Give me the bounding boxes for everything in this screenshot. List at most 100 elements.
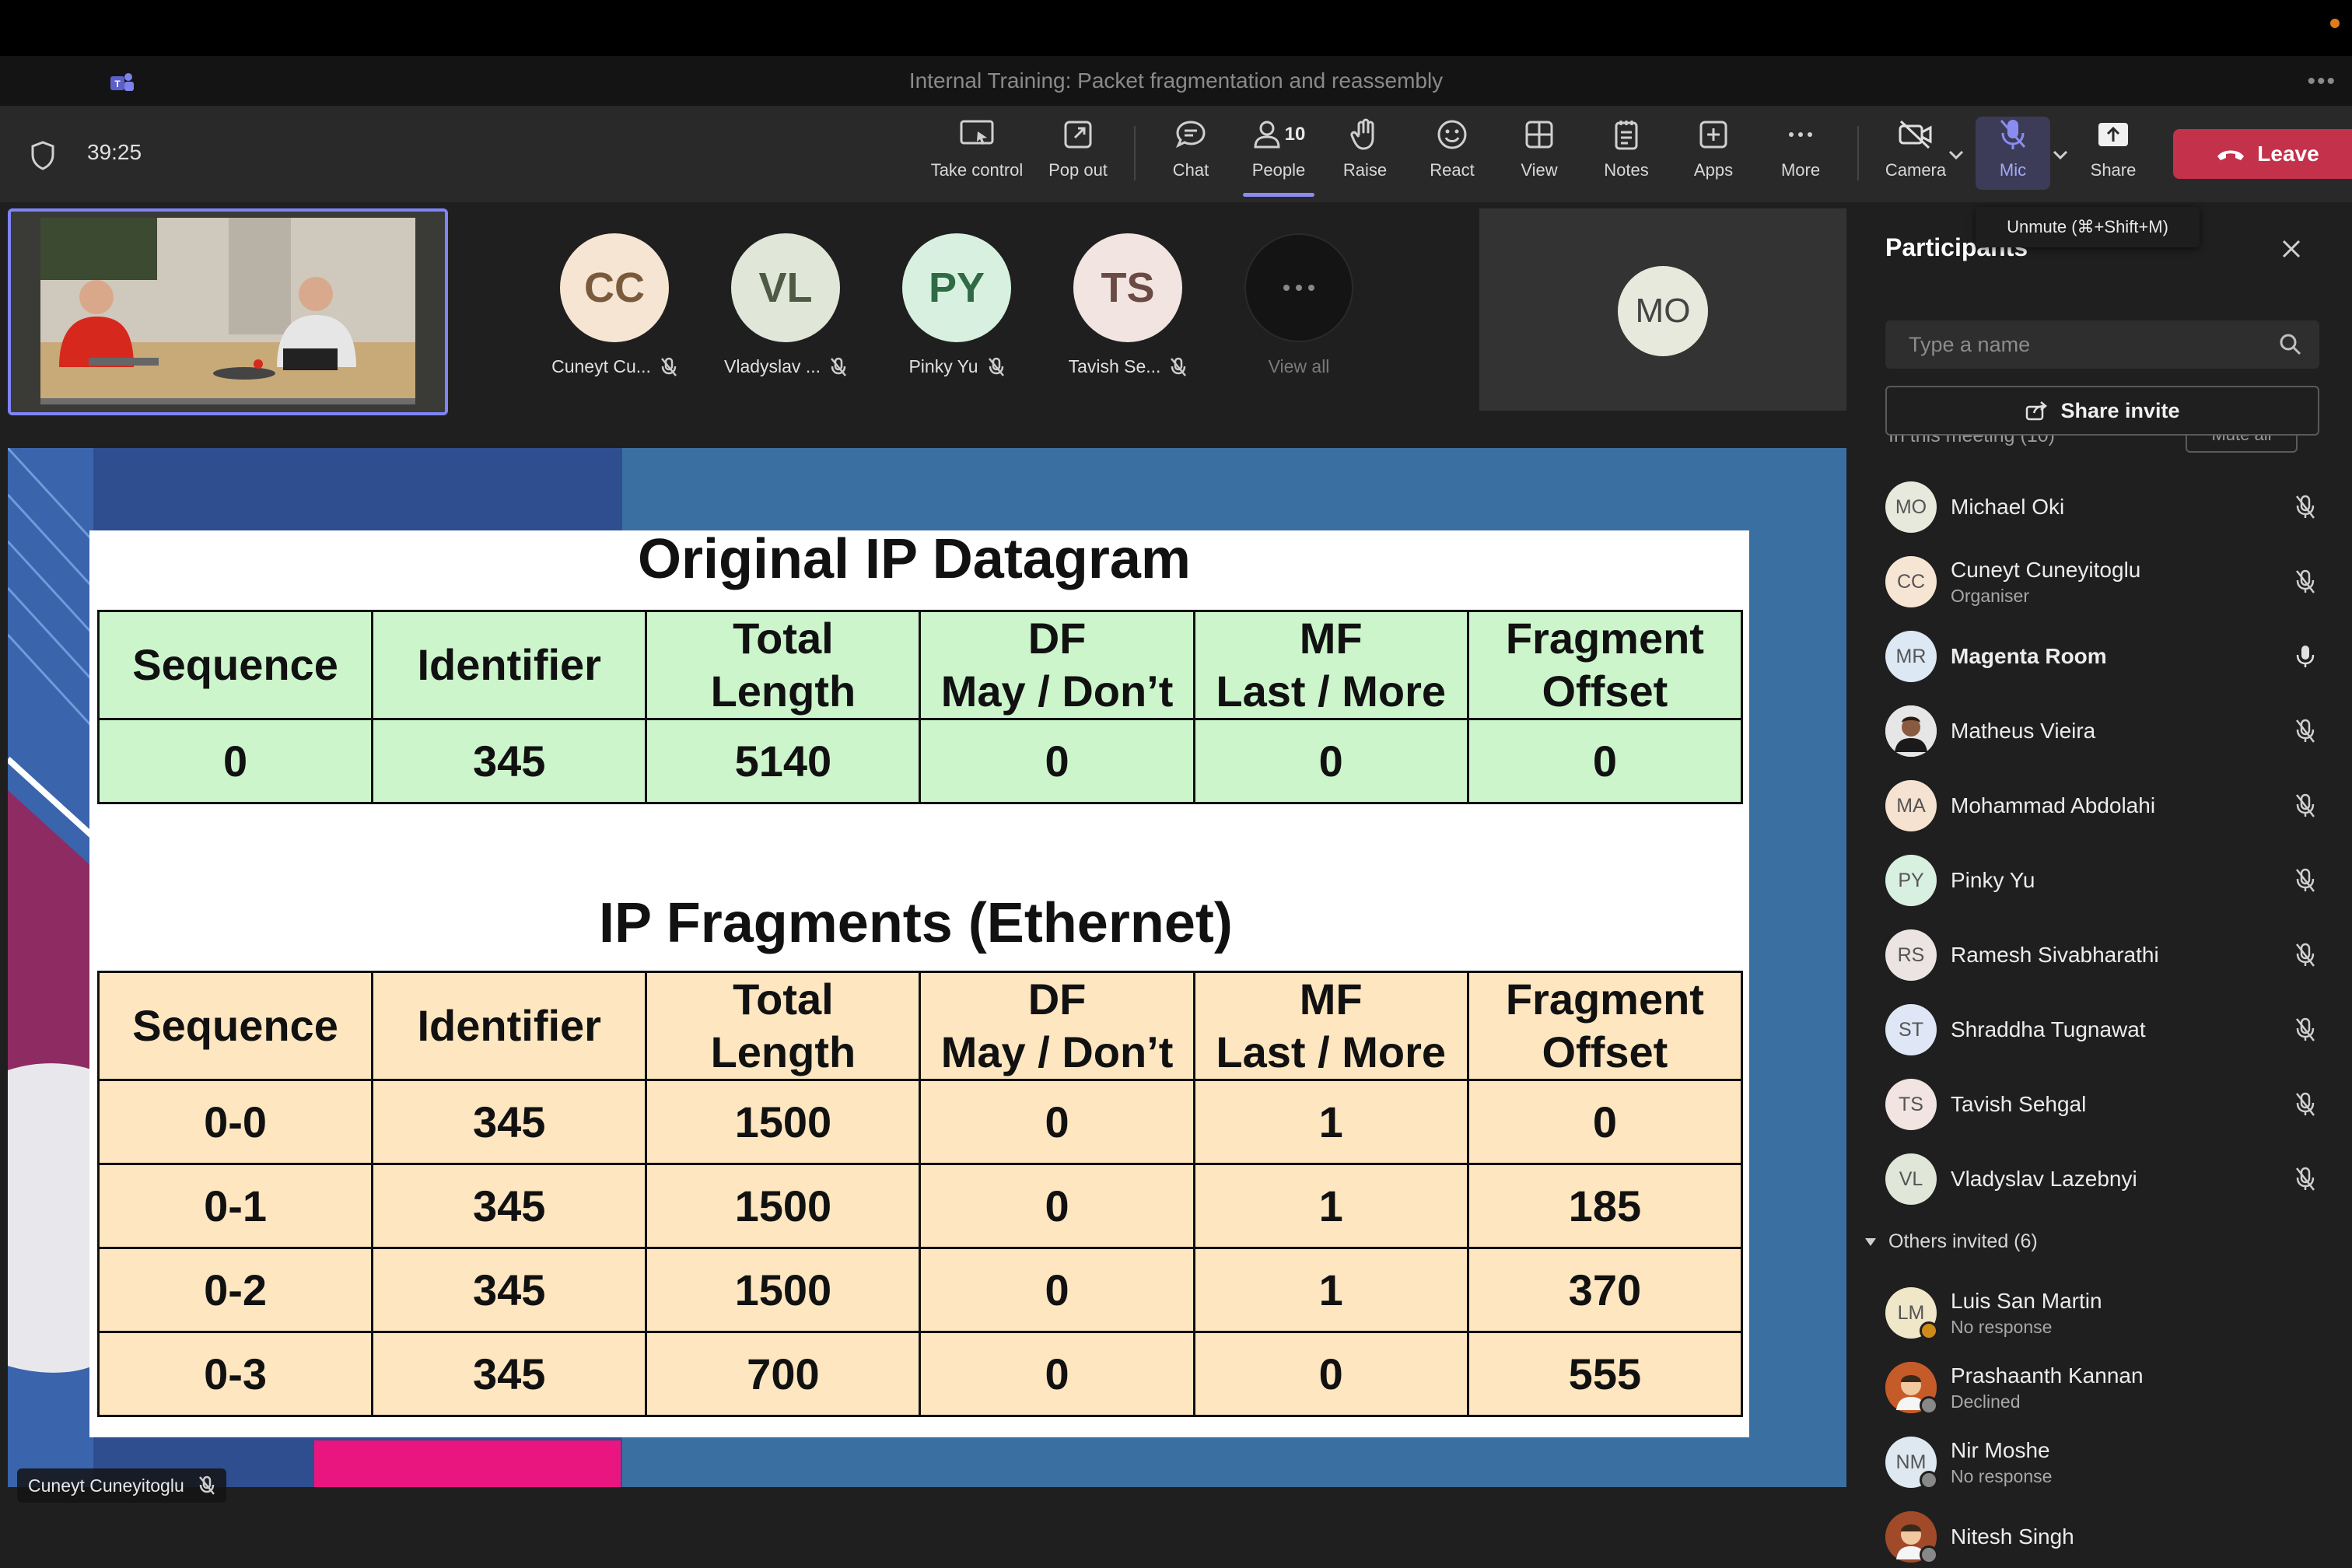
participant-row[interactable]: RS Ramesh Sivabharathi — [1885, 924, 2321, 986]
avatar: NM — [1885, 1437, 1938, 1489]
column-header-line: Offset — [1542, 1027, 1668, 1076]
chat-button[interactable]: Chat — [1156, 114, 1226, 194]
table-header-row: Sequence Identifier Total Length DF May / Don… — [96, 971, 1744, 1081]
column-header-line: Identifier — [417, 640, 601, 689]
participant-row[interactable]: CC Cuneyt Cuneyitoglu Organiser — [1885, 551, 2321, 613]
people-button[interactable]: 10 People — [1241, 114, 1316, 194]
participant-row[interactable]: ST Shraddha Tugnawat — [1885, 999, 2321, 1061]
participant-search[interactable] — [1885, 320, 2319, 369]
participant-name: Luis San Martin — [1951, 1288, 2102, 1313]
mic-off-icon[interactable] — [2290, 1092, 2321, 1117]
participant-tile-0[interactable]: CC Cuneyt Cu... — [551, 233, 677, 377]
take-control-button[interactable]: Take control — [922, 114, 1031, 194]
table-cell: 0 — [919, 1079, 1195, 1165]
shield-icon[interactable] — [30, 140, 56, 171]
view-button[interactable]: View — [1504, 114, 1574, 194]
participant-row[interactable]: MR Magenta Room — [1885, 625, 2321, 688]
more-label: More — [1780, 160, 1821, 180]
camera-off-icon — [1899, 120, 1932, 149]
toolbar-divider — [1857, 126, 1859, 180]
mic-off-icon — [1171, 357, 1187, 376]
participant-row[interactable]: PY Pinky Yu — [1885, 849, 2321, 912]
table-cell: 185 — [1466, 1163, 1744, 1249]
self-video-tile[interactable] — [8, 208, 448, 415]
mic-off-icon[interactable] — [2290, 1167, 2321, 1192]
participant-tile-3[interactable]: TS Tavish Se... — [1069, 233, 1187, 377]
invited-row[interactable]: NM Nir Moshe No response — [1885, 1431, 2321, 1493]
participant-tile-2[interactable]: PY Pinky Yu — [902, 233, 1011, 377]
participant-row[interactable]: MA Mohammad Abdolahi — [1885, 775, 2321, 837]
column-header: Total Length — [645, 971, 922, 1081]
others-invited-header[interactable]: Others invited (6) — [1864, 1230, 2038, 1253]
mic-off-icon[interactable] — [2290, 793, 2321, 818]
pop-out-button[interactable]: Pop out — [1039, 114, 1117, 194]
participant-row[interactable]: TS Tavish Sehgal — [1885, 1073, 2321, 1136]
apps-button[interactable]: Apps — [1678, 114, 1748, 194]
table-row: 0-2 345 1500 0 1 370 — [96, 1247, 1744, 1333]
avatar-photo — [1885, 1362, 1938, 1415]
share-invite-button[interactable]: Share invite — [1885, 386, 2319, 436]
avatar: RS — [1885, 929, 1937, 981]
column-header-line: Length — [710, 1027, 856, 1076]
participant-tile-1[interactable]: VL Vladyslav ... — [724, 233, 846, 377]
chat-icon — [1176, 121, 1206, 149]
participant-info: Ramesh Sivabharathi — [1951, 943, 2290, 968]
mic-off-icon — [2000, 120, 2026, 149]
participant-info: Nir Moshe No response — [1951, 1438, 2321, 1487]
invited-row[interactable]: LM Luis San Martin No response — [1885, 1282, 2321, 1344]
participant-name: Pinky Yu — [1951, 868, 2035, 892]
search-input[interactable] — [1907, 331, 2252, 358]
participant-info: Pinky Yu — [1951, 868, 2290, 893]
participant-row[interactable]: Matheus Vieira — [1885, 700, 2321, 762]
mic-on-icon[interactable] — [2290, 644, 2321, 669]
view-all-button[interactable]: View all — [1244, 233, 1353, 377]
table-header-row: Sequence Identifier Total Length DF May / Don… — [96, 610, 1744, 720]
participant-name: Vladyslav Lazebnyi — [1951, 1167, 2137, 1191]
column-header-line: Last / More — [1216, 667, 1447, 716]
mic-tooltip: Unmute (⌘+Shift+M) — [1976, 207, 2200, 247]
react-button[interactable]: React — [1417, 114, 1487, 194]
mic-off-icon[interactable] — [2290, 719, 2321, 744]
avatar: MO — [1885, 481, 1937, 533]
invited-row[interactable]: Prashaanth Kannan Declined — [1885, 1356, 2321, 1419]
mute-all-button[interactable]: Mute all — [2186, 436, 2298, 453]
mic-off-icon[interactable] — [2290, 943, 2321, 968]
table-cell: 345 — [371, 1163, 648, 1249]
original-datagram-table: Sequence Identifier Total Length DF May / Don… — [96, 610, 1744, 804]
participant-info: Vladyslav Lazebnyi — [1951, 1167, 2290, 1192]
mic-button-content[interactable]: Mic — [1976, 114, 2050, 194]
participant-name: Tavish Se... — [1068, 356, 1161, 376]
invited-row[interactable]: Nitesh Singh — [1885, 1506, 2321, 1568]
more-button[interactable]: More — [1766, 114, 1836, 194]
notes-button[interactable]: Notes — [1591, 114, 1661, 194]
pop-out-icon — [1064, 121, 1092, 149]
table-cell: 700 — [645, 1331, 922, 1417]
camera-options-chevron-icon[interactable] — [1948, 149, 1965, 160]
teams-logo-icon: T — [110, 73, 134, 91]
participant-name: Vladyslav ... — [724, 356, 821, 376]
mic-off-icon[interactable] — [2290, 868, 2321, 893]
participant-info: Nitesh Singh — [1951, 1524, 2321, 1549]
fragments-table: Sequence Identifier Total Length DF May / Don… — [96, 971, 1744, 1417]
raise-hand-button[interactable]: Raise — [1330, 114, 1400, 194]
participant-name: Nir Moshe — [1951, 1437, 2050, 1462]
others-invited-label: Others invited (6) — [1888, 1230, 2038, 1252]
mic-off-icon[interactable] — [2290, 569, 2321, 594]
leave-button[interactable]: Leave — [2173, 129, 2352, 179]
participant-name: Magenta Room — [1951, 644, 2107, 668]
close-icon[interactable] — [2279, 236, 2304, 261]
column-header-line: DF — [1027, 975, 1087, 1024]
camera-button[interactable]: Camera — [1881, 114, 1951, 194]
participant-row[interactable]: VL Vladyslav Lazebnyi — [1885, 1148, 2321, 1210]
column-header: Fragment Offset — [1466, 610, 1744, 720]
mic-off-icon[interactable] — [2290, 495, 2321, 520]
window-more-icon[interactable]: ••• — [2307, 68, 2336, 95]
camera-label: Camera — [1885, 160, 1947, 180]
mic-options-chevron-icon[interactable] — [2052, 149, 2069, 160]
table-cell: 345 — [371, 1331, 648, 1417]
share-button[interactable]: Share — [2078, 114, 2148, 194]
participant-name: Ramesh Sivabharathi — [1951, 943, 2159, 967]
mic-off-icon[interactable] — [2290, 1017, 2321, 1042]
table-cell: 0 — [1192, 1331, 1469, 1417]
participant-row[interactable]: MO Michael Oki — [1885, 476, 2321, 538]
